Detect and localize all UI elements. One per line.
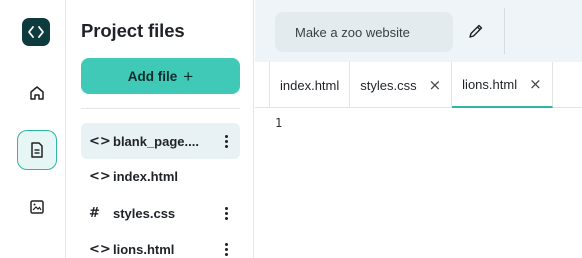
project-files-panel: Project files Add file + <> blank_page..…	[66, 0, 254, 258]
tab-label: styles.css	[360, 77, 417, 93]
prompt-input[interactable]: Make a zoo website	[275, 12, 453, 52]
html-file-icon: <>	[89, 133, 111, 149]
panel-divider	[81, 108, 240, 109]
rail-files-button[interactable]	[17, 130, 57, 170]
file-item-blank-page[interactable]: <> blank_page....	[81, 123, 240, 159]
tab-styles-css[interactable]: styles.css ×	[350, 62, 453, 108]
close-icon[interactable]: ×	[429, 77, 442, 93]
file-name: blank_page....	[113, 133, 199, 149]
editor-area: Make a zoo website index.html styles.css…	[255, 0, 582, 258]
tab-lions-html[interactable]: lions.html ×	[452, 62, 553, 108]
html-file-icon: <>	[89, 168, 111, 184]
icon-rail	[0, 0, 66, 258]
pencil-icon	[469, 24, 483, 38]
edit-prompt-button[interactable]	[467, 22, 485, 40]
add-file-button[interactable]: Add file +	[81, 58, 240, 94]
more-vertical-icon[interactable]	[218, 242, 234, 256]
html-file-icon: <>	[89, 241, 111, 257]
tab-index-html[interactable]: index.html	[269, 62, 351, 108]
line-number: 1	[275, 116, 283, 130]
more-vertical-icon[interactable]	[218, 134, 234, 148]
file-name: index.html	[113, 168, 179, 184]
close-icon[interactable]: ×	[529, 76, 542, 92]
file-name: lions.html	[113, 241, 175, 257]
file-item-index-html[interactable]: <> index.html	[81, 158, 240, 194]
css-file-icon: #	[89, 205, 100, 221]
code-brackets-icon	[28, 26, 44, 38]
file-item-lions-html[interactable]: <> lions.html	[81, 231, 240, 258]
editor-tabs: index.html styles.css × lions.html ×	[255, 62, 582, 108]
file-item-styles-css[interactable]: # styles.css	[81, 195, 240, 231]
panel-title: Project files	[81, 20, 185, 41]
app-logo[interactable]	[22, 18, 50, 46]
rail-images-button[interactable]	[17, 187, 57, 227]
file-icon	[31, 142, 43, 158]
home-icon	[30, 86, 44, 100]
add-file-label: Add file	[127, 68, 178, 84]
image-icon	[30, 200, 44, 214]
more-vertical-icon[interactable]	[218, 206, 234, 220]
rail-home-button[interactable]	[17, 73, 57, 113]
prompt-divider	[504, 8, 505, 54]
tab-label: lions.html	[462, 76, 518, 92]
file-name: styles.css	[113, 205, 176, 221]
tab-label: index.html	[280, 77, 340, 93]
plus-icon: +	[183, 66, 194, 86]
prompt-bar: Make a zoo website	[255, 0, 582, 62]
